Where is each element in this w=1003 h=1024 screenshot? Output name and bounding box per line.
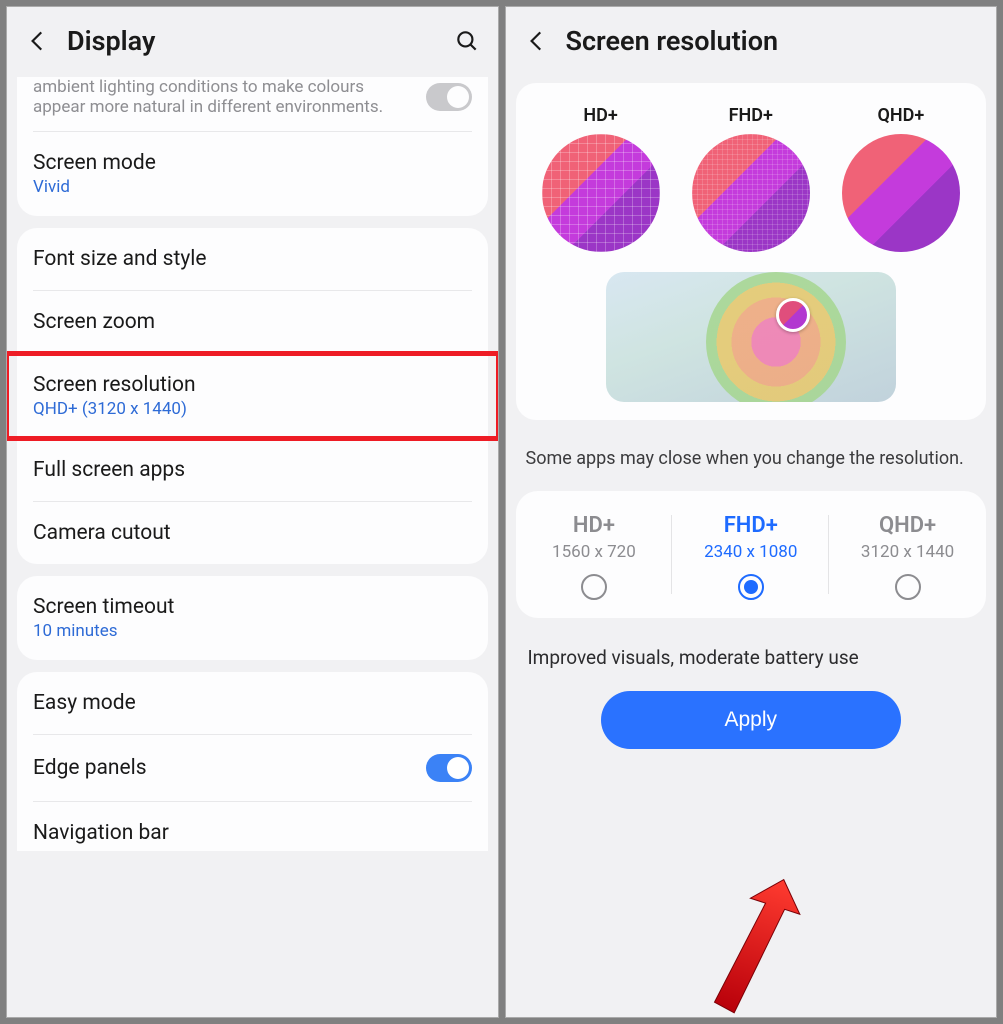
preview-circle-qhd bbox=[842, 134, 960, 252]
search-icon[interactable] bbox=[454, 28, 480, 54]
option-qhd[interactable]: QHD+ 3120 x 1440 bbox=[829, 491, 986, 618]
preview-circle-hd bbox=[542, 134, 660, 252]
adaptive-colour-description: ambient lighting conditions to make colo… bbox=[33, 77, 414, 117]
radio-icon bbox=[581, 574, 607, 600]
easy-mode-row[interactable]: Easy mode bbox=[17, 672, 488, 734]
preview-circle-fhd bbox=[692, 134, 810, 252]
selection-summary: Improved visuals, moderate battery use bbox=[506, 618, 997, 677]
radio-icon-selected bbox=[738, 574, 764, 600]
back-icon[interactable] bbox=[25, 28, 51, 54]
display-settings-screen: Display ambient lighting conditions to m… bbox=[6, 6, 499, 1018]
screen-zoom-row[interactable]: Screen zoom bbox=[17, 291, 488, 353]
header: Screen resolution bbox=[506, 7, 997, 83]
option-fhd[interactable]: FHD+ 2340 x 1080 bbox=[672, 491, 829, 618]
radio-icon bbox=[895, 574, 921, 600]
resolution-options: HD+ 1560 x 720 FHD+ 2340 x 1080 QHD+ 312… bbox=[516, 491, 987, 618]
adaptive-card: ambient lighting conditions to make colo… bbox=[17, 77, 488, 216]
magnifier-icon bbox=[776, 298, 810, 332]
full-screen-apps-row[interactable]: Full screen apps bbox=[17, 439, 488, 501]
screen-resolution-row[interactable]: Screen resolution QHD+ (3120 x 1440) bbox=[17, 354, 488, 438]
preview-fhd: FHD+ bbox=[692, 105, 810, 252]
misc-card: Easy mode Edge panels Navigation bar bbox=[17, 672, 488, 851]
font-resolution-card: Font size and style Screen zoom Screen r… bbox=[17, 228, 488, 564]
screen-resolution-screen: Screen resolution HD+ FHD+ QHD+ Some app… bbox=[505, 6, 998, 1018]
edge-panels-row[interactable]: Edge panels bbox=[17, 735, 488, 801]
preview-qhd: QHD+ bbox=[842, 105, 960, 252]
preview-card: HD+ FHD+ QHD+ bbox=[516, 83, 987, 420]
option-hd[interactable]: HD+ 1560 x 720 bbox=[516, 491, 673, 618]
annotation-arrow-icon bbox=[692, 865, 812, 1018]
screen-timeout-row[interactable]: Screen timeout 10 minutes bbox=[17, 576, 488, 660]
page-title: Screen resolution bbox=[566, 25, 979, 57]
screen-mode-row[interactable]: Screen mode Vivid bbox=[17, 132, 488, 216]
timeout-card: Screen timeout 10 minutes bbox=[17, 576, 488, 660]
screen-resolution-value: QHD+ (3120 x 1440) bbox=[33, 399, 472, 419]
edge-panels-toggle[interactable] bbox=[426, 754, 472, 782]
screen-resolution-label: Screen resolution bbox=[33, 373, 472, 397]
wallpaper-preview bbox=[606, 272, 896, 402]
apply-button[interactable]: Apply bbox=[601, 691, 901, 749]
screen-mode-label: Screen mode bbox=[33, 151, 472, 175]
font-size-style-row[interactable]: Font size and style bbox=[17, 228, 488, 290]
page-title: Display bbox=[67, 25, 438, 57]
screen-mode-value: Vivid bbox=[33, 177, 472, 197]
screen-timeout-value: 10 minutes bbox=[33, 621, 472, 641]
navigation-bar-row[interactable]: Navigation bar bbox=[17, 802, 488, 851]
preview-hd: HD+ bbox=[542, 105, 660, 252]
back-icon[interactable] bbox=[524, 28, 550, 54]
resolution-warning: Some apps may close when you change the … bbox=[506, 432, 997, 491]
camera-cutout-row[interactable]: Camera cutout bbox=[17, 502, 488, 564]
header: Display bbox=[7, 7, 498, 83]
adaptive-colour-toggle[interactable] bbox=[426, 83, 472, 111]
